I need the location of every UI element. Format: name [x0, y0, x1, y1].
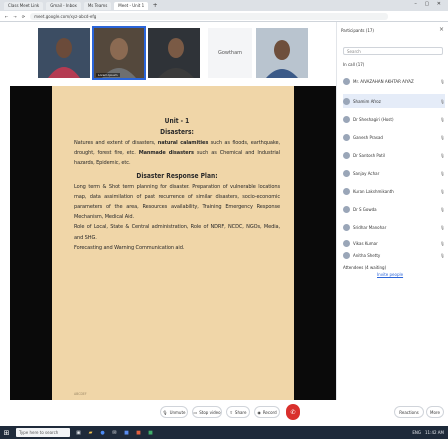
- participant-row[interactable]: Dr Sheshagiri (Host) 🎙: [343, 112, 445, 126]
- slide-paragraph: Natures and extent of disasters, natural…: [74, 140, 280, 167]
- window-controls[interactable]: – ▢ ✕: [414, 1, 444, 7]
- mic-icon: 🎙: [439, 134, 445, 140]
- avatar: [343, 133, 350, 141]
- language-indicator[interactable]: ENG: [412, 430, 421, 435]
- browser-tab[interactable]: Class Meet Link: [4, 1, 44, 10]
- participant-strip: Lorem Ipsum Gowtham: [38, 26, 308, 80]
- participant-row[interactable]: Shamim Afroz 🎙: [343, 94, 445, 108]
- slide-paragraph: Long term & Shot term planning for disas…: [74, 183, 280, 221]
- forward-icon[interactable]: →: [13, 14, 16, 19]
- participant-row[interactable]: Ganesh Prasad 🎙: [343, 130, 445, 144]
- avatar: [343, 115, 350, 123]
- slide-paragraph: Role of Local, State & Central administr…: [74, 224, 280, 241]
- avatar: [343, 205, 350, 213]
- participant-video-icon: [94, 28, 144, 78]
- avatar: [343, 239, 350, 247]
- start-icon[interactable]: ⊞: [2, 428, 11, 437]
- os-taskbar: ⊞ Type here to search ▣ ▰ ● ✉ ■ ■ ■ ENG …: [0, 426, 448, 439]
- back-icon[interactable]: ←: [5, 14, 8, 19]
- browser-tab-active[interactable]: Meet - Unit 1: [114, 1, 149, 10]
- powerpoint-icon[interactable]: ■: [135, 429, 142, 436]
- mic-icon: 🎙: [439, 78, 445, 84]
- browser-tab[interactable]: Gmail - Inbox: [46, 1, 81, 10]
- word-icon[interactable]: ■: [123, 429, 130, 436]
- browser-tab-bar: Class Meet Link Gmail - Inbox Ms Teams M…: [0, 0, 448, 11]
- share-icon: ⇪: [229, 409, 233, 415]
- meeting-stage: Lorem Ipsum Gowtham Unit - 1 Disasters: …: [0, 22, 336, 422]
- slide-paragraph: Forecasting and Warning Communication ai…: [74, 244, 185, 251]
- browser-icon[interactable]: ●: [99, 429, 106, 436]
- mic-icon: 🎙: [162, 409, 168, 415]
- participant-tile[interactable]: [38, 28, 90, 78]
- avatar: [343, 151, 350, 159]
- mic-icon: 🎙: [439, 152, 445, 158]
- slide-unit-title: Unit - 1: [164, 117, 190, 125]
- mic-icon: 🎙: [439, 240, 445, 246]
- mic-icon: 🎙: [439, 224, 445, 230]
- participant-row[interactable]: Sridhar Manohar 🎙: [343, 220, 445, 234]
- participant-video-icon: [256, 28, 308, 78]
- participant-tile[interactable]: [256, 28, 308, 78]
- participant-row[interactable]: Mr. AIVAZAHAN AKHTAR AIYAZ 🎙: [343, 74, 445, 88]
- address-bar[interactable]: meet.google.com/xyz-abcd-efg: [30, 12, 388, 20]
- system-tray: ENG 11:42 AM: [412, 430, 448, 435]
- participant-row[interactable]: Dr S Gowda 🎙: [343, 202, 445, 216]
- reload-icon[interactable]: ⟳: [22, 14, 25, 19]
- call-controls: 🎙 Unmute ▭ Stop video ⇪ Share ◉ Record ✆ Rea…: [0, 400, 448, 426]
- browser-tab[interactable]: Ms Teams: [83, 1, 112, 10]
- share-button[interactable]: ⇪ Share: [226, 406, 250, 418]
- reactions-button[interactable]: Reactions: [394, 406, 424, 418]
- mic-icon: 🎙: [439, 252, 445, 258]
- avatar: [343, 251, 350, 259]
- record-button[interactable]: ◉ Record: [254, 406, 280, 418]
- new-tab-icon[interactable]: +: [151, 2, 159, 10]
- explorer-icon[interactable]: ▰: [87, 429, 94, 436]
- camera-icon: ▭: [193, 409, 198, 415]
- mic-icon: 🎙: [439, 170, 445, 176]
- record-icon: ◉: [257, 409, 261, 415]
- participants-panel: Participants (17) × Search In call (17) …: [336, 22, 448, 400]
- participant-row[interactable]: Kuran Lakshmikanth 🎙: [343, 184, 445, 198]
- mic-icon: 🎙: [439, 98, 445, 104]
- mail-icon[interactable]: ✉: [111, 429, 118, 436]
- phone-icon: ✆: [290, 408, 296, 416]
- participant-video-icon: [38, 28, 90, 78]
- presentation-slide: Unit - 1 Disasters: Natures and extent o…: [52, 86, 294, 404]
- avatar: [343, 97, 350, 105]
- avatar: [343, 187, 350, 195]
- more-button[interactable]: More: [426, 406, 444, 418]
- mic-icon: 🎙: [439, 116, 445, 122]
- avatar: [343, 169, 350, 177]
- avatar: [343, 223, 350, 231]
- slide-heading: Disasters:: [160, 128, 194, 136]
- screen-share-area: Unit - 1 Disasters: Natures and extent o…: [10, 86, 336, 404]
- participant-tile-active[interactable]: Lorem Ipsum: [92, 26, 146, 80]
- participant-video-icon: [148, 28, 200, 78]
- leave-call-button[interactable]: ✆: [286, 404, 300, 420]
- browser-toolbar: ← → ⟳ meet.google.com/xyz-abcd-efg: [0, 11, 448, 22]
- close-icon[interactable]: ×: [439, 26, 444, 33]
- slide-footer: ABCDEF: [74, 392, 87, 396]
- mic-icon: 🎙: [439, 206, 445, 212]
- avatar: [343, 77, 350, 85]
- participant-name: Lorem Ipsum: [96, 73, 120, 77]
- task-view-icon[interactable]: ▣: [75, 429, 82, 436]
- participant-tile[interactable]: [148, 28, 200, 78]
- slide-subheading: Disaster Response Plan:: [136, 171, 218, 180]
- participant-tile-no-video[interactable]: Gowtham: [208, 28, 252, 78]
- excel-icon[interactable]: ■: [147, 429, 154, 436]
- mic-button[interactable]: 🎙 Unmute: [160, 406, 188, 418]
- participant-search-input[interactable]: Search: [343, 47, 443, 55]
- camera-button[interactable]: ▭ Stop video: [192, 406, 222, 418]
- panel-title: Participants (17): [341, 28, 374, 33]
- screen: Class Meet Link Gmail - Inbox Ms Teams M…: [0, 0, 448, 439]
- panel-section-label: In call (17): [343, 62, 365, 67]
- participant-name: Gowtham: [217, 50, 243, 56]
- clock[interactable]: 11:42 AM: [425, 430, 444, 435]
- mic-icon: 🎙: [439, 188, 445, 194]
- invite-link[interactable]: Invite people: [377, 272, 403, 277]
- participant-row[interactable]: Dr Santosh Patil 🎙: [343, 148, 445, 162]
- participant-row[interactable]: Sanjay Achar 🎙: [343, 166, 445, 180]
- taskbar-search-input[interactable]: Type here to search: [16, 428, 70, 437]
